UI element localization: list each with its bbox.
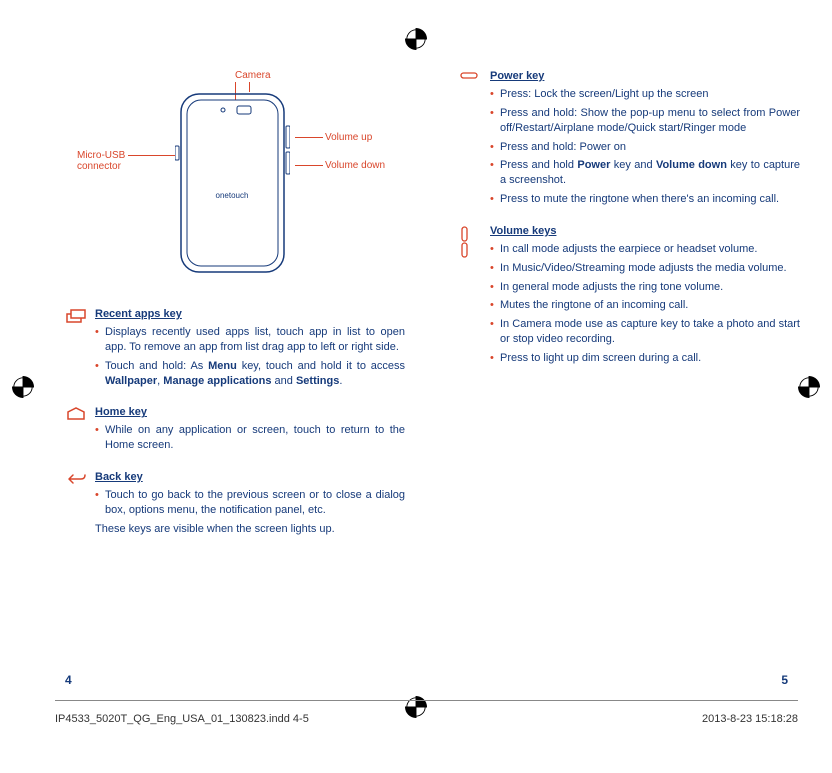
back-key-bullet: Touch to go back to the previous screen … bbox=[95, 488, 405, 518]
volume-keys-icon bbox=[460, 226, 470, 258]
home-key-bullet: While on any application or screen, touc… bbox=[95, 423, 405, 453]
recent-apps-bullet: Displays recently used apps list, touch … bbox=[95, 325, 405, 355]
section-volume-keys: Volume keys In call mode adjusts the ear… bbox=[460, 225, 800, 370]
power-key-bullet: Press: Lock the screen/Light up the scre… bbox=[490, 87, 800, 102]
volume-keys-bullet: In call mode adjusts the earpiece or hea… bbox=[490, 242, 800, 257]
registration-mark-icon bbox=[798, 376, 820, 398]
section-home-key: Home key While on any application or scr… bbox=[65, 406, 405, 457]
recent-apps-title: Recent apps key bbox=[95, 308, 405, 320]
phone-diagram: Camera Micro-USB connector Volume up Vol… bbox=[65, 70, 405, 290]
volume-keys-title: Volume keys bbox=[490, 225, 800, 237]
recent-apps-key-icon bbox=[65, 309, 87, 323]
page-number-left: 4 bbox=[65, 673, 72, 687]
back-key-note: These keys are visible when the screen l… bbox=[95, 522, 405, 537]
section-recent-apps: Recent apps key Displays recently used a… bbox=[65, 308, 405, 392]
page-right: Power key Press: Lock the screen/Light u… bbox=[460, 70, 800, 384]
label-volume-up: Volume up bbox=[325, 132, 372, 143]
footer-file: IP4533_5020T_QG_Eng_USA_01_130823.indd 4… bbox=[55, 713, 309, 725]
power-key-title: Power key bbox=[490, 70, 800, 82]
phone-back-icon: onetouch bbox=[175, 88, 290, 278]
page-number-right: 5 bbox=[781, 673, 788, 687]
label-camera: Camera bbox=[235, 70, 271, 81]
section-back-key: Back key Touch to go back to the previou… bbox=[65, 471, 405, 537]
footer-timestamp: 2013-8-23 15:18:28 bbox=[702, 713, 798, 725]
section-power-key: Power key Press: Lock the screen/Light u… bbox=[460, 70, 800, 211]
back-key-title: Back key bbox=[95, 471, 405, 483]
label-micro-usb: Micro-USB connector bbox=[77, 150, 125, 172]
power-key-bullet: Press to mute the ringtone when there's … bbox=[490, 192, 800, 207]
footer-divider bbox=[55, 700, 798, 701]
recent-apps-bullet: Touch and hold: As Menu key, touch and h… bbox=[95, 359, 405, 389]
volume-keys-bullet: Mutes the ringtone of an incoming call. bbox=[490, 298, 800, 313]
volume-keys-bullet: In general mode adjusts the ring tone vo… bbox=[490, 280, 800, 295]
power-key-bullet: Press and hold Power key and Volume down… bbox=[490, 158, 800, 188]
home-key-icon bbox=[65, 407, 87, 421]
page-left: Camera Micro-USB connector Volume up Vol… bbox=[65, 70, 405, 551]
volume-keys-bullet: In Music/Video/Streaming mode adjusts th… bbox=[490, 261, 800, 276]
back-key-icon bbox=[65, 472, 87, 486]
registration-mark-icon bbox=[12, 376, 34, 398]
label-volume-down: Volume down bbox=[325, 160, 385, 171]
power-key-bullet: Press and hold: Show the pop-up menu to … bbox=[490, 106, 800, 136]
volume-keys-bullet: Press to light up dim screen during a ca… bbox=[490, 351, 800, 366]
volume-keys-bullet: In Camera mode use as capture key to tak… bbox=[490, 317, 800, 347]
home-key-title: Home key bbox=[95, 406, 405, 418]
power-key-icon bbox=[460, 71, 478, 81]
registration-mark-icon bbox=[405, 28, 427, 50]
svg-text:onetouch: onetouch bbox=[216, 191, 249, 200]
power-key-bullet: Press and hold: Power on bbox=[490, 140, 800, 155]
